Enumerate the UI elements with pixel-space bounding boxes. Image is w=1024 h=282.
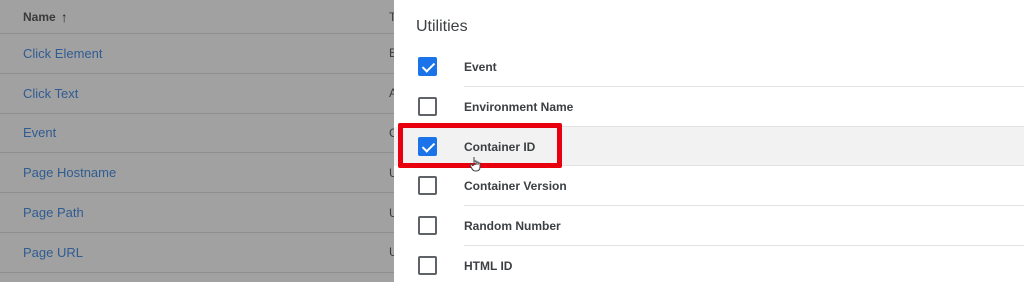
- option-label: Event: [464, 60, 497, 74]
- table-header: Name ↑ T: [0, 0, 396, 34]
- row-name-link[interactable]: Click Element: [23, 46, 102, 61]
- table-row[interactable]: Page PathU: [0, 193, 398, 233]
- checkbox[interactable]: [418, 96, 437, 116]
- row-name-link[interactable]: Page Path: [23, 205, 84, 220]
- table-row[interactable]: Click Element E: [0, 34, 397, 74]
- section-title-utilities: Utilities: [416, 18, 468, 35]
- option-label: Environment Name: [464, 99, 574, 114]
- checkbox[interactable]: [418, 256, 437, 275]
- row-name-link[interactable]: Event: [23, 125, 56, 140]
- variables-table: Name ↑ T Click Element E Click Text A Even…: [0, 0, 398, 282]
- row-name-link[interactable]: Page Hostname: [23, 165, 116, 180]
- option-environment-name[interactable]: Environment Name: [394, 87, 1024, 127]
- checkbox[interactable]: [418, 216, 437, 236]
- checkbox[interactable]: [418, 57, 437, 76]
- checkbox[interactable]: [418, 176, 437, 196]
- option-label: Container Version: [464, 179, 567, 194]
- table-row[interactable]: Click Text A: [0, 74, 397, 114]
- hand-cursor-icon: [470, 157, 481, 172]
- table-row[interactable]: Page URLU: [0, 233, 398, 273]
- row-name-link[interactable]: Page URL: [23, 245, 83, 260]
- table-row[interactable]: EventC: [0, 114, 398, 154]
- option-event[interactable]: Event: [394, 47, 1024, 87]
- option-label: HTML ID: [464, 259, 513, 273]
- option-container-version[interactable]: Container Version: [394, 166, 1024, 207]
- row-name-link[interactable]: Click Text: [23, 86, 78, 101]
- arrow-up-icon[interactable]: ↑: [61, 9, 68, 25]
- option-random-number[interactable]: Random Number: [394, 206, 1024, 246]
- option-label: Random Number: [464, 219, 561, 234]
- option-html-id[interactable]: HTML ID: [394, 246, 1024, 282]
- table-row[interactable]: Page HostnameU: [0, 153, 398, 194]
- column-header-name[interactable]: Name: [23, 10, 56, 24]
